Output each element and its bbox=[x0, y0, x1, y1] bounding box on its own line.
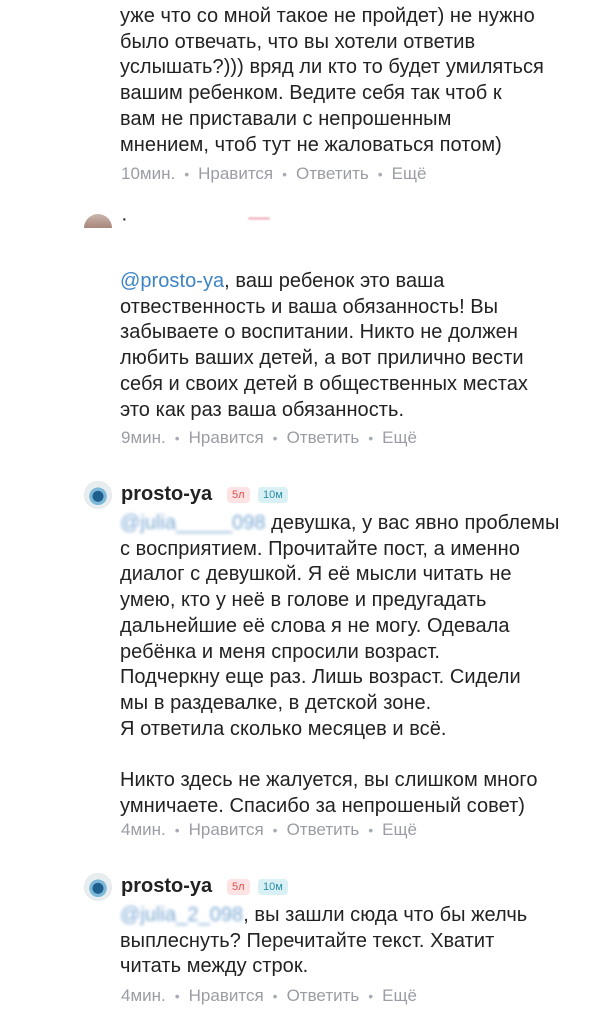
comment-1-text: уже что со мной такое не пройдет) не нуж… bbox=[120, 5, 544, 156]
separator-dot: • bbox=[174, 430, 180, 446]
user-mention-link[interactable]: @julia_2_098 bbox=[120, 903, 243, 929]
comment-username[interactable]: · bbox=[121, 208, 128, 231]
more-button[interactable]: Ещё bbox=[382, 986, 417, 1006]
comment-3-body: девушка, у вас явно проблемы с восприяти… bbox=[120, 512, 560, 817]
like-button[interactable]: Нравится bbox=[198, 164, 273, 184]
like-button[interactable]: Нравится bbox=[189, 820, 264, 840]
avatar[interactable] bbox=[84, 214, 112, 228]
separator-dot: • bbox=[282, 166, 288, 182]
separator-dot: • bbox=[174, 988, 180, 1004]
comment-4-text: @julia_2_098, вы зашли сюда что бы желчь… bbox=[120, 903, 590, 980]
comment-time: 4мин. bbox=[121, 986, 166, 1005]
separator-dot: • bbox=[368, 988, 374, 1004]
separator-dot: • bbox=[368, 430, 374, 446]
reply-button[interactable]: Ответить bbox=[296, 164, 369, 184]
reply-button[interactable]: Ответить bbox=[287, 986, 360, 1006]
age-badge: 5л bbox=[227, 879, 250, 895]
comment-time: 9мин. bbox=[121, 428, 166, 447]
comment-4-meta: 4мин. • Нравится • Ответить • Ещё bbox=[121, 986, 417, 1006]
separator-dot: • bbox=[368, 822, 374, 838]
comment-2-meta: 9мин. • Нравится • Ответить • Ещё bbox=[121, 428, 417, 448]
age-badge: 5л bbox=[227, 487, 250, 503]
comment-username[interactable]: prosto-ya bbox=[121, 875, 212, 898]
comment-3-meta: 4мин. • Нравится • Ответить • Ещё bbox=[121, 820, 417, 840]
comment-1-meta: 10мин. • Нравится • Ответить • Ещё bbox=[121, 164, 426, 184]
separator-dot: • bbox=[184, 166, 190, 182]
separator-dot: • bbox=[272, 822, 278, 838]
separator-dot: • bbox=[272, 430, 278, 446]
user-mention-link[interactable]: @julia_____098 bbox=[120, 511, 266, 537]
avatar[interactable] bbox=[84, 481, 112, 509]
time-badge: 10м bbox=[258, 487, 288, 503]
like-button[interactable]: Нравится bbox=[189, 428, 264, 448]
separator-dot: • bbox=[377, 166, 383, 182]
comment-time: 10мин. bbox=[121, 164, 176, 183]
like-button[interactable]: Нравится bbox=[189, 986, 264, 1006]
more-button[interactable]: Ещё bbox=[392, 164, 427, 184]
avatar[interactable] bbox=[84, 873, 112, 901]
separator-dot: • bbox=[272, 988, 278, 1004]
reply-button[interactable]: Ответить bbox=[287, 428, 360, 448]
comment-time: 4мин. bbox=[121, 820, 166, 839]
comment-2-body: , ваш ребенок это ваша отвественность и … bbox=[120, 270, 528, 421]
comment-3-text: @julia_____098 девушка, у вас явно пробл… bbox=[120, 511, 590, 819]
user-mention-link[interactable]: @prosto-ya bbox=[120, 270, 224, 292]
time-badge: 10м bbox=[258, 879, 288, 895]
comment-username[interactable]: prosto-ya bbox=[121, 483, 212, 506]
more-button[interactable]: Ещё bbox=[382, 428, 417, 448]
more-button[interactable]: Ещё bbox=[382, 820, 417, 840]
blurred-badge bbox=[248, 217, 270, 220]
separator-dot: • bbox=[174, 822, 180, 838]
reply-button[interactable]: Ответить bbox=[287, 820, 360, 840]
comment-2-text: @prosto-ya, ваш ребенок это ваша отвеств… bbox=[120, 269, 590, 423]
